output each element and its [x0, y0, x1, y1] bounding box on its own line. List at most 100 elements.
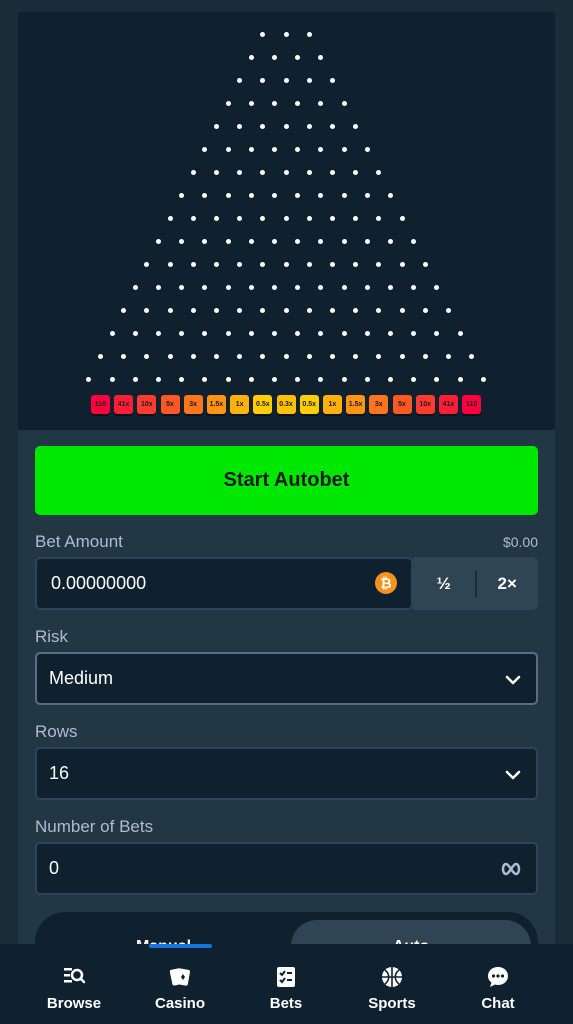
peg [434, 376, 440, 382]
peg [387, 238, 393, 244]
peg [422, 353, 428, 359]
peg [283, 353, 289, 359]
peg [434, 330, 440, 336]
half-bet-button[interactable]: ½ [413, 557, 475, 610]
peg [121, 353, 127, 359]
peg [469, 353, 475, 359]
peg [295, 238, 301, 244]
nav-sports[interactable]: Sports [342, 944, 442, 1024]
peg [399, 215, 405, 221]
peg [329, 77, 335, 83]
peg [237, 215, 243, 221]
peg [271, 238, 277, 244]
peg [225, 284, 231, 290]
peg [318, 54, 324, 60]
multiplier-slot: 110 [462, 395, 482, 414]
peg [341, 238, 347, 244]
peg [318, 238, 324, 244]
peg [445, 353, 451, 359]
peg [213, 123, 219, 129]
rows-select[interactable]: 16 [35, 747, 538, 800]
peg [353, 215, 359, 221]
peg [190, 307, 196, 313]
sports-icon [382, 967, 402, 987]
multiplier-slot: 0.5x [299, 395, 319, 414]
peg [341, 146, 347, 152]
peg [225, 146, 231, 152]
nav-browse[interactable]: Browse [24, 944, 124, 1024]
peg [202, 284, 208, 290]
peg [411, 376, 417, 382]
peg [318, 192, 324, 198]
peg [306, 353, 312, 359]
peg [306, 261, 312, 267]
peg [237, 307, 243, 313]
peg [179, 376, 185, 382]
peg [376, 169, 382, 175]
browse-icon [64, 968, 86, 984]
peg [364, 146, 370, 152]
peg [306, 77, 312, 83]
bets-icon [277, 967, 295, 987]
nav-casino[interactable]: Casino [130, 944, 230, 1024]
peg [213, 261, 219, 267]
infinity-icon[interactable] [500, 862, 522, 876]
peg [399, 353, 405, 359]
peg [295, 100, 301, 106]
peg [283, 77, 289, 83]
multiplier-slot: 0.3x [276, 395, 296, 414]
peg [329, 353, 335, 359]
number-of-bets-field[interactable]: 0 [35, 842, 538, 895]
peg [306, 307, 312, 313]
bet-amount-field: ₿ [35, 557, 413, 610]
multiplier-slot: 1.5x [206, 395, 226, 414]
peg [248, 330, 254, 336]
peg [387, 330, 393, 336]
peg [179, 330, 185, 336]
peg [237, 123, 243, 129]
risk-value: Medium [49, 668, 114, 688]
peg [457, 330, 463, 336]
peg [248, 100, 254, 106]
peg [306, 215, 312, 221]
peg [341, 330, 347, 336]
number-of-bets-label: Number of Bets [35, 817, 154, 836]
peg [411, 238, 417, 244]
peg [329, 123, 335, 129]
plinko-board: 110 41x 10x 5x 3x 1.5x 1x 0.5x 0.3x 0.5x 1x 1.5x 3x 5… [18, 12, 555, 430]
rows-label: Rows [35, 722, 78, 741]
multiplier-slot: 3x [183, 395, 203, 414]
peg [225, 238, 231, 244]
peg [202, 146, 208, 152]
peg [364, 284, 370, 290]
bottom-nav: Browse Casino Bets Sports Chat [0, 944, 573, 1024]
peg [306, 169, 312, 175]
peg [225, 376, 231, 382]
peg [364, 376, 370, 382]
peg [260, 353, 266, 359]
peg [202, 238, 208, 244]
peg [167, 261, 173, 267]
start-autobet-button[interactable]: Start Autobet [35, 446, 538, 515]
risk-select[interactable]: Medium [35, 652, 538, 705]
nav-bets[interactable]: Bets [236, 944, 336, 1024]
multiplier-slot: 41x [438, 395, 458, 414]
double-bet-button[interactable]: 2× [477, 557, 539, 610]
peg [295, 284, 301, 290]
peg [329, 215, 335, 221]
peg [190, 215, 196, 221]
peg [283, 261, 289, 267]
nav-chat-label: Chat [481, 995, 515, 1012]
peg [271, 376, 277, 382]
peg [132, 376, 138, 382]
peg [353, 307, 359, 313]
bet-amount-input[interactable] [49, 572, 353, 595]
peg [329, 169, 335, 175]
peg [353, 353, 359, 359]
peg [329, 307, 335, 313]
multiplier-slot: 5x [392, 395, 412, 414]
nav-chat[interactable]: Chat [448, 944, 548, 1024]
peg [225, 192, 231, 198]
nav-bets-label: Bets [269, 995, 303, 1012]
peg [271, 100, 277, 106]
